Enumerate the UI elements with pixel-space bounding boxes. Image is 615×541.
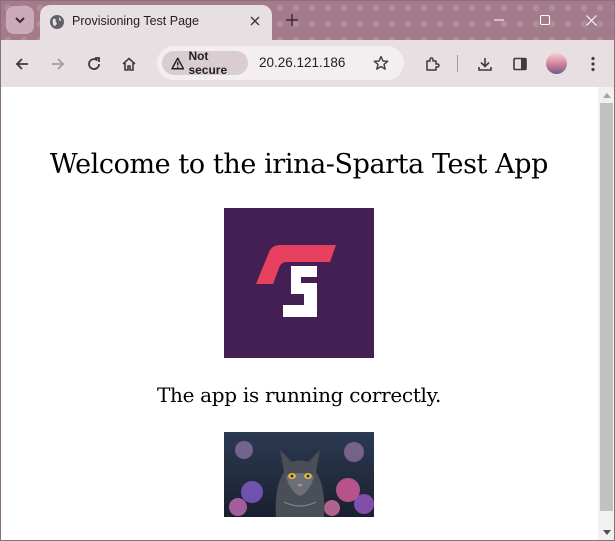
- tab-title: Provisioning Test Page: [72, 14, 199, 28]
- forward-button[interactable]: [46, 52, 70, 76]
- reload-button[interactable]: [82, 52, 106, 76]
- minimize-icon: [494, 19, 504, 21]
- home-button[interactable]: [117, 52, 141, 76]
- forward-icon: [52, 58, 65, 70]
- tab-search-button[interactable]: [6, 6, 34, 34]
- cat-image: [224, 432, 374, 517]
- side-panel-button[interactable]: [508, 52, 532, 76]
- back-button[interactable]: [10, 52, 34, 76]
- home-icon: [122, 57, 136, 71]
- minimize-button[interactable]: [479, 8, 519, 32]
- downloads-button[interactable]: [473, 52, 497, 76]
- browser-toolbar: Not secure 20.26.121.186: [0, 40, 615, 87]
- scroll-up-button[interactable]: [598, 87, 615, 104]
- maximize-button[interactable]: [525, 8, 565, 32]
- page-title: Welcome to the irina-Sparta Test App: [49, 149, 549, 180]
- status-message: The app is running correctly.: [156, 383, 442, 407]
- scroll-down-icon: [602, 530, 611, 535]
- globe-icon: [50, 15, 64, 29]
- download-icon: [478, 58, 492, 71]
- close-window-button[interactable]: [571, 8, 611, 32]
- scroll-up-icon: [602, 93, 611, 98]
- warning-icon: [171, 57, 185, 69]
- extensions-button[interactable]: [420, 52, 444, 76]
- kebab-icon: [591, 56, 595, 72]
- menu-button[interactable]: [581, 52, 605, 76]
- scroll-down-button[interactable]: [598, 524, 615, 541]
- close-tab-button[interactable]: [246, 12, 264, 30]
- tab-provisioning[interactable]: Provisioning Test Page: [40, 5, 272, 40]
- page-content: Welcome to the irina-Sparta Test App The…: [0, 87, 598, 541]
- close-icon: [250, 16, 260, 26]
- star-icon: [373, 55, 389, 70]
- reload-icon: [88, 57, 100, 70]
- plus-icon: [286, 14, 298, 26]
- address-bar[interactable]: Not secure 20.26.121.186: [157, 46, 404, 80]
- sparta-logo: [224, 208, 374, 358]
- maximize-icon: [540, 15, 550, 25]
- back-icon: [15, 58, 28, 70]
- vertical-scrollbar[interactable]: [598, 87, 615, 541]
- tab-strip: Provisioning Test Page: [0, 0, 615, 40]
- bookmark-button[interactable]: [370, 52, 392, 74]
- security-chip-label: Not secure: [188, 49, 228, 77]
- url-text[interactable]: 20.26.121.186: [259, 55, 345, 70]
- scrollbar-thumb[interactable]: [600, 103, 613, 511]
- security-chip[interactable]: Not secure: [162, 49, 248, 77]
- new-tab-button[interactable]: [282, 10, 302, 30]
- browser-window: Provisioning Test Page Not secure 20.26.…: [0, 0, 615, 541]
- tab-search-icon: [15, 17, 25, 24]
- close-window-icon: [585, 14, 597, 26]
- sidepanel-icon: [513, 57, 527, 71]
- profile-avatar[interactable]: [546, 53, 567, 74]
- extensions-icon: [425, 56, 440, 71]
- toolbar-divider: [457, 55, 458, 72]
